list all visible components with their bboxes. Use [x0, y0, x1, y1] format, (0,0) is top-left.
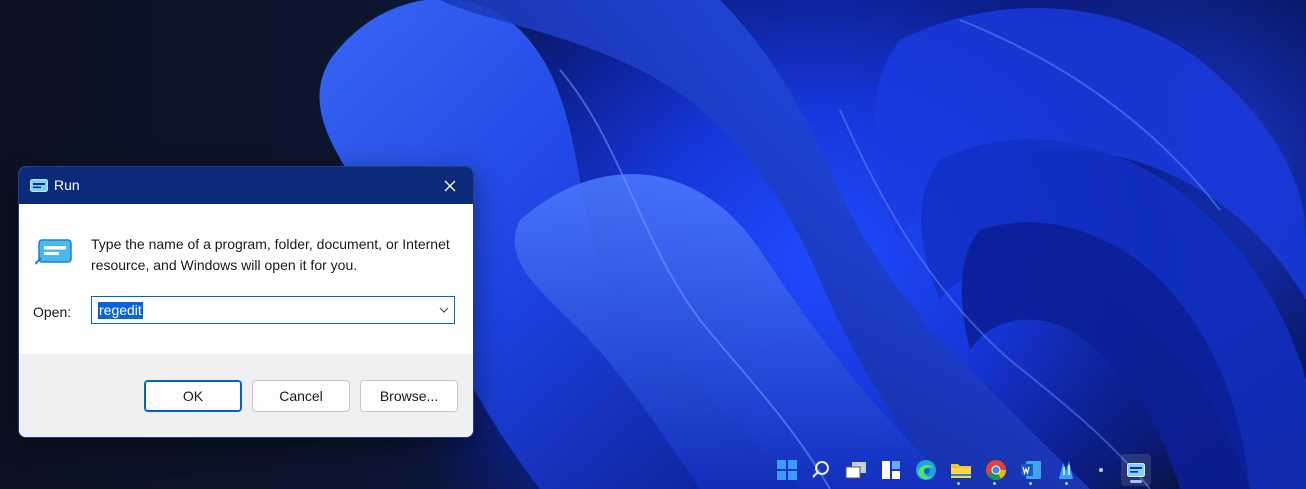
file-explorer-icon[interactable]: [949, 458, 973, 482]
browse-button[interactable]: Browse...: [360, 380, 458, 412]
open-combobox[interactable]: regedit: [91, 296, 455, 324]
run-icon[interactable]: [1124, 458, 1148, 482]
run-program-icon: [35, 239, 72, 265]
close-icon: [444, 180, 456, 191]
run-dialog: Run Type the name of a program, folder, …: [18, 166, 474, 438]
close-button[interactable]: [427, 167, 473, 204]
task-view-icon[interactable]: [844, 458, 868, 482]
dialog-body: Type the name of a program, folder, docu…: [19, 204, 473, 354]
running-indicator: [1029, 482, 1032, 485]
open-label: Open:: [33, 304, 72, 320]
running-indicator: [1065, 482, 1068, 485]
ok-button[interactable]: OK: [144, 380, 242, 412]
dialog-footer: OK Cancel Browse...: [19, 354, 473, 437]
dialog-description: Type the name of a program, folder, docu…: [91, 236, 450, 273]
chevron-down-icon[interactable]: [438, 305, 450, 315]
widgets-icon[interactable]: [879, 458, 903, 482]
word-icon[interactable]: [1019, 458, 1043, 482]
app-icon[interactable]: [1055, 458, 1079, 482]
running-indicator: [993, 482, 996, 485]
cancel-button[interactable]: Cancel: [252, 380, 350, 412]
dialog-title: Run: [54, 177, 80, 193]
active-app-indicator: [1130, 480, 1142, 483]
taskbar: [0, 452, 1306, 489]
search-icon[interactable]: [809, 458, 833, 482]
run-icon: [30, 179, 48, 192]
open-input-value[interactable]: regedit: [98, 302, 143, 319]
small-dot-icon[interactable]: [1089, 458, 1113, 482]
running-indicator: [957, 482, 960, 485]
chrome-icon[interactable]: [984, 458, 1008, 482]
start-icon[interactable]: [775, 458, 799, 482]
run-dialog-titlebar[interactable]: Run: [19, 167, 473, 204]
edge-icon[interactable]: [914, 458, 938, 482]
